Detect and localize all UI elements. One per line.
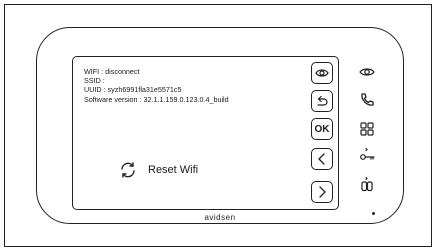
reset-wifi-button[interactable]: Reset Wifi — [118, 160, 198, 180]
ok-label: OK — [314, 123, 330, 135]
call-button[interactable] — [358, 91, 376, 109]
chevron-left-icon — [318, 153, 325, 165]
unlock-gate-button[interactable] — [358, 175, 376, 193]
status-led — [372, 212, 375, 215]
wifi-status: WIFI : disconnect — [84, 67, 140, 76]
eye-button[interactable] — [311, 62, 333, 84]
uuid-value: UUID : syzh6991fla31e5571c5 — [84, 85, 182, 95]
refresh-icon — [121, 162, 135, 178]
ssid-value: SSID : — [84, 76, 105, 86]
eye-icon — [359, 68, 375, 76]
key-icon — [360, 147, 375, 160]
device-info: WIFI : disconnect SSID : UUID : syzh6991… — [84, 67, 229, 104]
back-arrow-icon — [317, 95, 328, 106]
grid-icon — [360, 122, 374, 136]
back-button[interactable] — [311, 90, 333, 112]
camera-view-button[interactable] — [358, 63, 376, 81]
phone-icon — [361, 93, 374, 106]
eye-icon — [315, 69, 329, 77]
chevron-right-icon — [319, 186, 326, 198]
right-button[interactable] — [311, 181, 333, 203]
menu-button[interactable] — [358, 120, 376, 138]
brand-logo: avidsen — [204, 213, 236, 222]
ok-button[interactable]: OK — [311, 118, 333, 140]
gate-icon — [361, 176, 373, 192]
software-version: Software version : 32.1.1.159.0.123.0.4_… — [84, 94, 229, 104]
reset-wifi-label: Reset Wifi — [148, 164, 199, 176]
unlock-door-button[interactable] — [358, 146, 376, 164]
left-button[interactable] — [311, 148, 333, 170]
